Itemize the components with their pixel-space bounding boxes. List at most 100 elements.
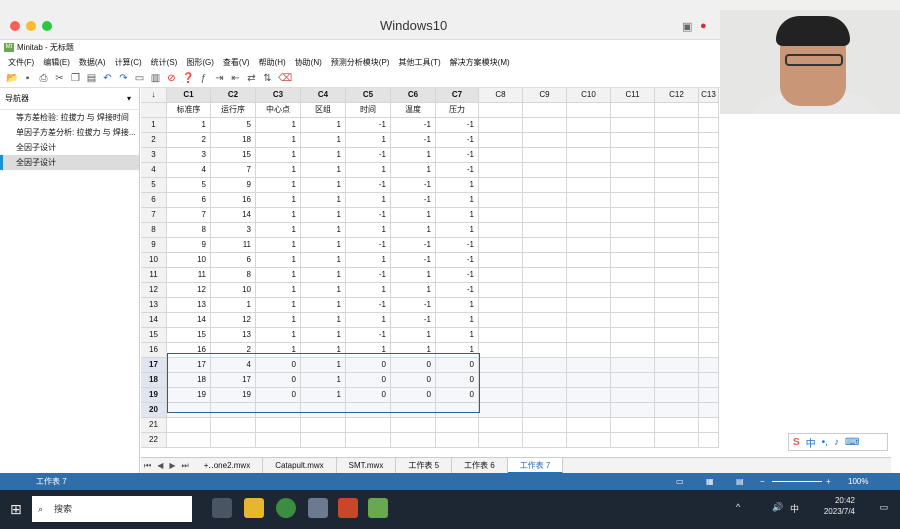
table-cell[interactable]: 6 — [167, 193, 211, 208]
table-cell[interactable]: 0 — [256, 373, 301, 388]
tab-prev-icon[interactable]: ◀ — [154, 461, 166, 470]
table-cell[interactable]: 1 — [256, 133, 301, 148]
keyboard-icon[interactable]: ⌨ — [845, 437, 859, 448]
table-cell[interactable]: -1 — [436, 148, 479, 163]
table-cell[interactable]: -1 — [346, 268, 391, 283]
zoom-out-icon[interactable]: − — [760, 473, 765, 490]
table-cell[interactable]: 1 — [256, 268, 301, 283]
row-number[interactable]: 13 — [141, 298, 167, 313]
row-number[interactable]: 4 — [141, 163, 167, 178]
table-cell[interactable] — [256, 403, 301, 418]
table-cell[interactable] — [523, 403, 567, 418]
table-cell[interactable] — [479, 313, 523, 328]
table-cell[interactable] — [523, 298, 567, 313]
chevron-down-icon[interactable]: ▾ — [127, 88, 131, 110]
row-number[interactable]: 10 — [141, 253, 167, 268]
table-cell[interactable] — [567, 223, 611, 238]
table-cell[interactable] — [211, 418, 256, 433]
menu-item[interactable]: 图形(G) — [186, 55, 214, 70]
table-cell[interactable] — [346, 433, 391, 448]
table-cell[interactable]: -1 — [391, 118, 436, 133]
table-cell[interactable]: -1 — [436, 133, 479, 148]
table-cell[interactable]: 0 — [256, 358, 301, 373]
insert-rows-icon[interactable]: ⇥ — [214, 73, 225, 84]
table-cell[interactable] — [611, 268, 655, 283]
table-cell[interactable] — [567, 268, 611, 283]
table-cell[interactable]: 13 — [211, 328, 256, 343]
column-header[interactable]: C7 — [436, 88, 479, 103]
tab-sheet[interactable]: SMT.mwx — [337, 457, 397, 474]
table-cell[interactable] — [699, 193, 719, 208]
table-cell[interactable] — [391, 418, 436, 433]
table-cell[interactable] — [391, 403, 436, 418]
table-cell[interactable]: 1 — [211, 298, 256, 313]
table-cell[interactable] — [523, 133, 567, 148]
table-cell[interactable]: 18 — [211, 133, 256, 148]
table-cell[interactable]: -1 — [436, 253, 479, 268]
table-cell[interactable]: 1 — [256, 223, 301, 238]
table-cell[interactable] — [479, 253, 523, 268]
table-cell[interactable]: 6 — [211, 253, 256, 268]
table-cell[interactable]: 0 — [256, 388, 301, 403]
table-cell[interactable] — [655, 253, 699, 268]
table-cell[interactable]: 2 — [167, 133, 211, 148]
table-cell[interactable] — [479, 358, 523, 373]
table-cell[interactable]: 2 — [211, 343, 256, 358]
table-cell[interactable] — [523, 148, 567, 163]
table-cell[interactable] — [479, 433, 523, 448]
table-cell[interactable] — [611, 253, 655, 268]
table-cell[interactable] — [567, 313, 611, 328]
table-cell[interactable]: 1 — [256, 283, 301, 298]
table-cell[interactable] — [479, 283, 523, 298]
table-cell[interactable] — [479, 328, 523, 343]
table-cell[interactable] — [567, 163, 611, 178]
table-cell[interactable]: -1 — [391, 253, 436, 268]
undo-icon[interactable]: ↶ — [102, 73, 113, 84]
table-cell[interactable] — [479, 373, 523, 388]
table-cell[interactable] — [611, 193, 655, 208]
table-cell[interactable]: 0 — [436, 388, 479, 403]
row-number[interactable]: 5 — [141, 178, 167, 193]
table-cell[interactable]: 16 — [167, 343, 211, 358]
column-name[interactable] — [655, 103, 699, 118]
table-cell[interactable]: -1 — [436, 283, 479, 298]
table-cell[interactable]: 1 — [256, 193, 301, 208]
table-cell[interactable] — [567, 388, 611, 403]
table-cell[interactable] — [611, 328, 655, 343]
table-cell[interactable]: 1 — [301, 178, 346, 193]
table-cell[interactable] — [256, 433, 301, 448]
table-cell[interactable] — [699, 223, 719, 238]
table-cell[interactable] — [699, 388, 719, 403]
table-cell[interactable] — [611, 223, 655, 238]
volume-icon[interactable]: 🔊 — [772, 502, 783, 513]
table-cell[interactable]: 1 — [391, 283, 436, 298]
table-cell[interactable]: 1 — [436, 193, 479, 208]
table-cell[interactable] — [567, 118, 611, 133]
table-cell[interactable] — [611, 313, 655, 328]
vm-close-icon[interactable]: ● — [700, 20, 707, 32]
table-cell[interactable] — [523, 433, 567, 448]
table-cell[interactable] — [611, 403, 655, 418]
table-cell[interactable]: 8 — [211, 268, 256, 283]
table-cell[interactable]: 1 — [346, 253, 391, 268]
menu-item[interactable]: 数据(A) — [79, 55, 106, 70]
table-cell[interactable] — [479, 133, 523, 148]
column-header[interactable]: C12 — [655, 88, 699, 103]
table-cell[interactable]: 1 — [391, 268, 436, 283]
table-cell[interactable]: 0 — [346, 373, 391, 388]
table-cell[interactable]: 1 — [391, 208, 436, 223]
grid-view-icon[interactable]: ▦ — [706, 473, 714, 490]
table-cell[interactable] — [655, 388, 699, 403]
row-number[interactable]: 18 — [141, 373, 167, 388]
move-icon[interactable]: ⇄ — [246, 73, 257, 84]
table-cell[interactable] — [523, 328, 567, 343]
table-cell[interactable] — [611, 178, 655, 193]
table-cell[interactable]: 1 — [436, 328, 479, 343]
table-cell[interactable]: -1 — [346, 118, 391, 133]
table-cell[interactable] — [479, 193, 523, 208]
table-cell[interactable] — [567, 238, 611, 253]
column-name[interactable]: 中心点 — [256, 103, 301, 118]
mic-icon[interactable]: ♪ — [834, 437, 839, 448]
table-cell[interactable] — [655, 118, 699, 133]
table-cell[interactable] — [523, 268, 567, 283]
